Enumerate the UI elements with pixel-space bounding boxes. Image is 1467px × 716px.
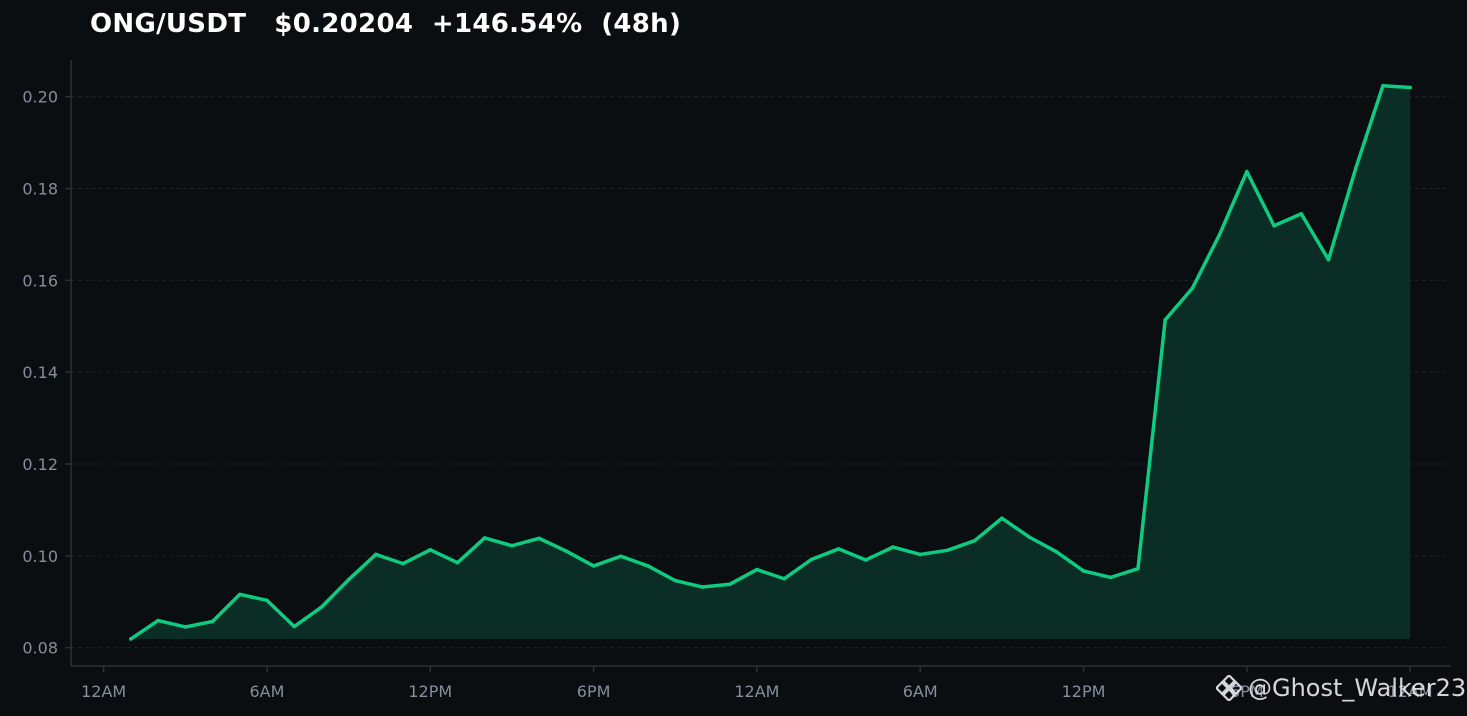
data-point [482, 536, 487, 540]
x-tick-label: 12PM [1062, 682, 1106, 701]
data-point [183, 625, 188, 629]
data-point [918, 552, 923, 557]
data-point [510, 543, 514, 548]
series-layer [129, 83, 1412, 641]
data-point [972, 538, 977, 543]
data-point [727, 582, 732, 587]
data-point [292, 624, 296, 629]
data-point [836, 547, 841, 551]
data-point [1408, 85, 1412, 90]
data-point [1190, 286, 1195, 290]
data-point [156, 618, 160, 623]
x-tick-label: 6AM [250, 682, 285, 701]
data-point [1326, 257, 1331, 262]
x-tick-label: 6AM [903, 682, 938, 701]
data-point [374, 552, 378, 557]
data-point [129, 637, 133, 641]
data-point [265, 598, 269, 603]
data-point [346, 577, 351, 582]
y-tick-label: 0.16 [22, 271, 58, 290]
data-point [428, 548, 433, 552]
data-point [1381, 83, 1385, 88]
data-point [237, 592, 242, 597]
data-point [891, 545, 895, 549]
watermark-text: @Ghost_Walker23 [1248, 674, 1467, 702]
data-point [1136, 566, 1140, 571]
data-point [1108, 575, 1113, 580]
data-point [1299, 211, 1304, 216]
x-tick-label: 12AM [81, 682, 126, 701]
data-point [210, 619, 215, 624]
y-tick-label: 0.18 [22, 180, 58, 199]
y-tick-label: 0.14 [22, 363, 58, 382]
data-point [401, 561, 405, 566]
x-tick-label: 6PM [577, 682, 611, 701]
data-point [700, 585, 705, 589]
data-point [1272, 223, 1276, 228]
y-tick-label: 0.08 [22, 639, 58, 658]
data-point [1000, 516, 1004, 520]
data-point [1353, 166, 1358, 171]
data-point [755, 567, 759, 572]
data-point [809, 557, 814, 562]
y-tick-label: 0.12 [22, 455, 58, 474]
price-chart: 0.08 0.10 0.12 0.14 0.16 0.18 0.20 12AM 6AM 12PM… [22, 60, 1451, 701]
data-point [1054, 549, 1059, 554]
data-point [646, 564, 650, 568]
data-point [564, 549, 569, 554]
data-point [319, 605, 324, 610]
y-axis-ticks: 0.08 0.10 0.12 0.14 0.16 0.18 0.20 [22, 88, 71, 658]
y-tick-label: 0.20 [22, 88, 58, 107]
data-point [455, 560, 460, 565]
data-point [1081, 569, 1086, 573]
data-point [1217, 232, 1222, 237]
data-point [537, 536, 541, 541]
data-point [619, 554, 623, 559]
data-point [1027, 535, 1031, 539]
x-tick-label: 12PM [408, 682, 452, 701]
x-tick-label: 12AM [734, 682, 779, 701]
watermark: @Ghost_Walker23 [1216, 674, 1466, 702]
data-point [945, 548, 950, 553]
data-point [782, 576, 786, 581]
data-point [591, 564, 596, 568]
binance-logo-icon [1216, 675, 1242, 701]
series-area [130, 85, 1411, 639]
data-point [1163, 318, 1168, 322]
data-point [1245, 169, 1249, 174]
data-point [673, 578, 678, 583]
data-point [863, 558, 868, 562]
y-tick-label: 0.10 [22, 547, 58, 566]
